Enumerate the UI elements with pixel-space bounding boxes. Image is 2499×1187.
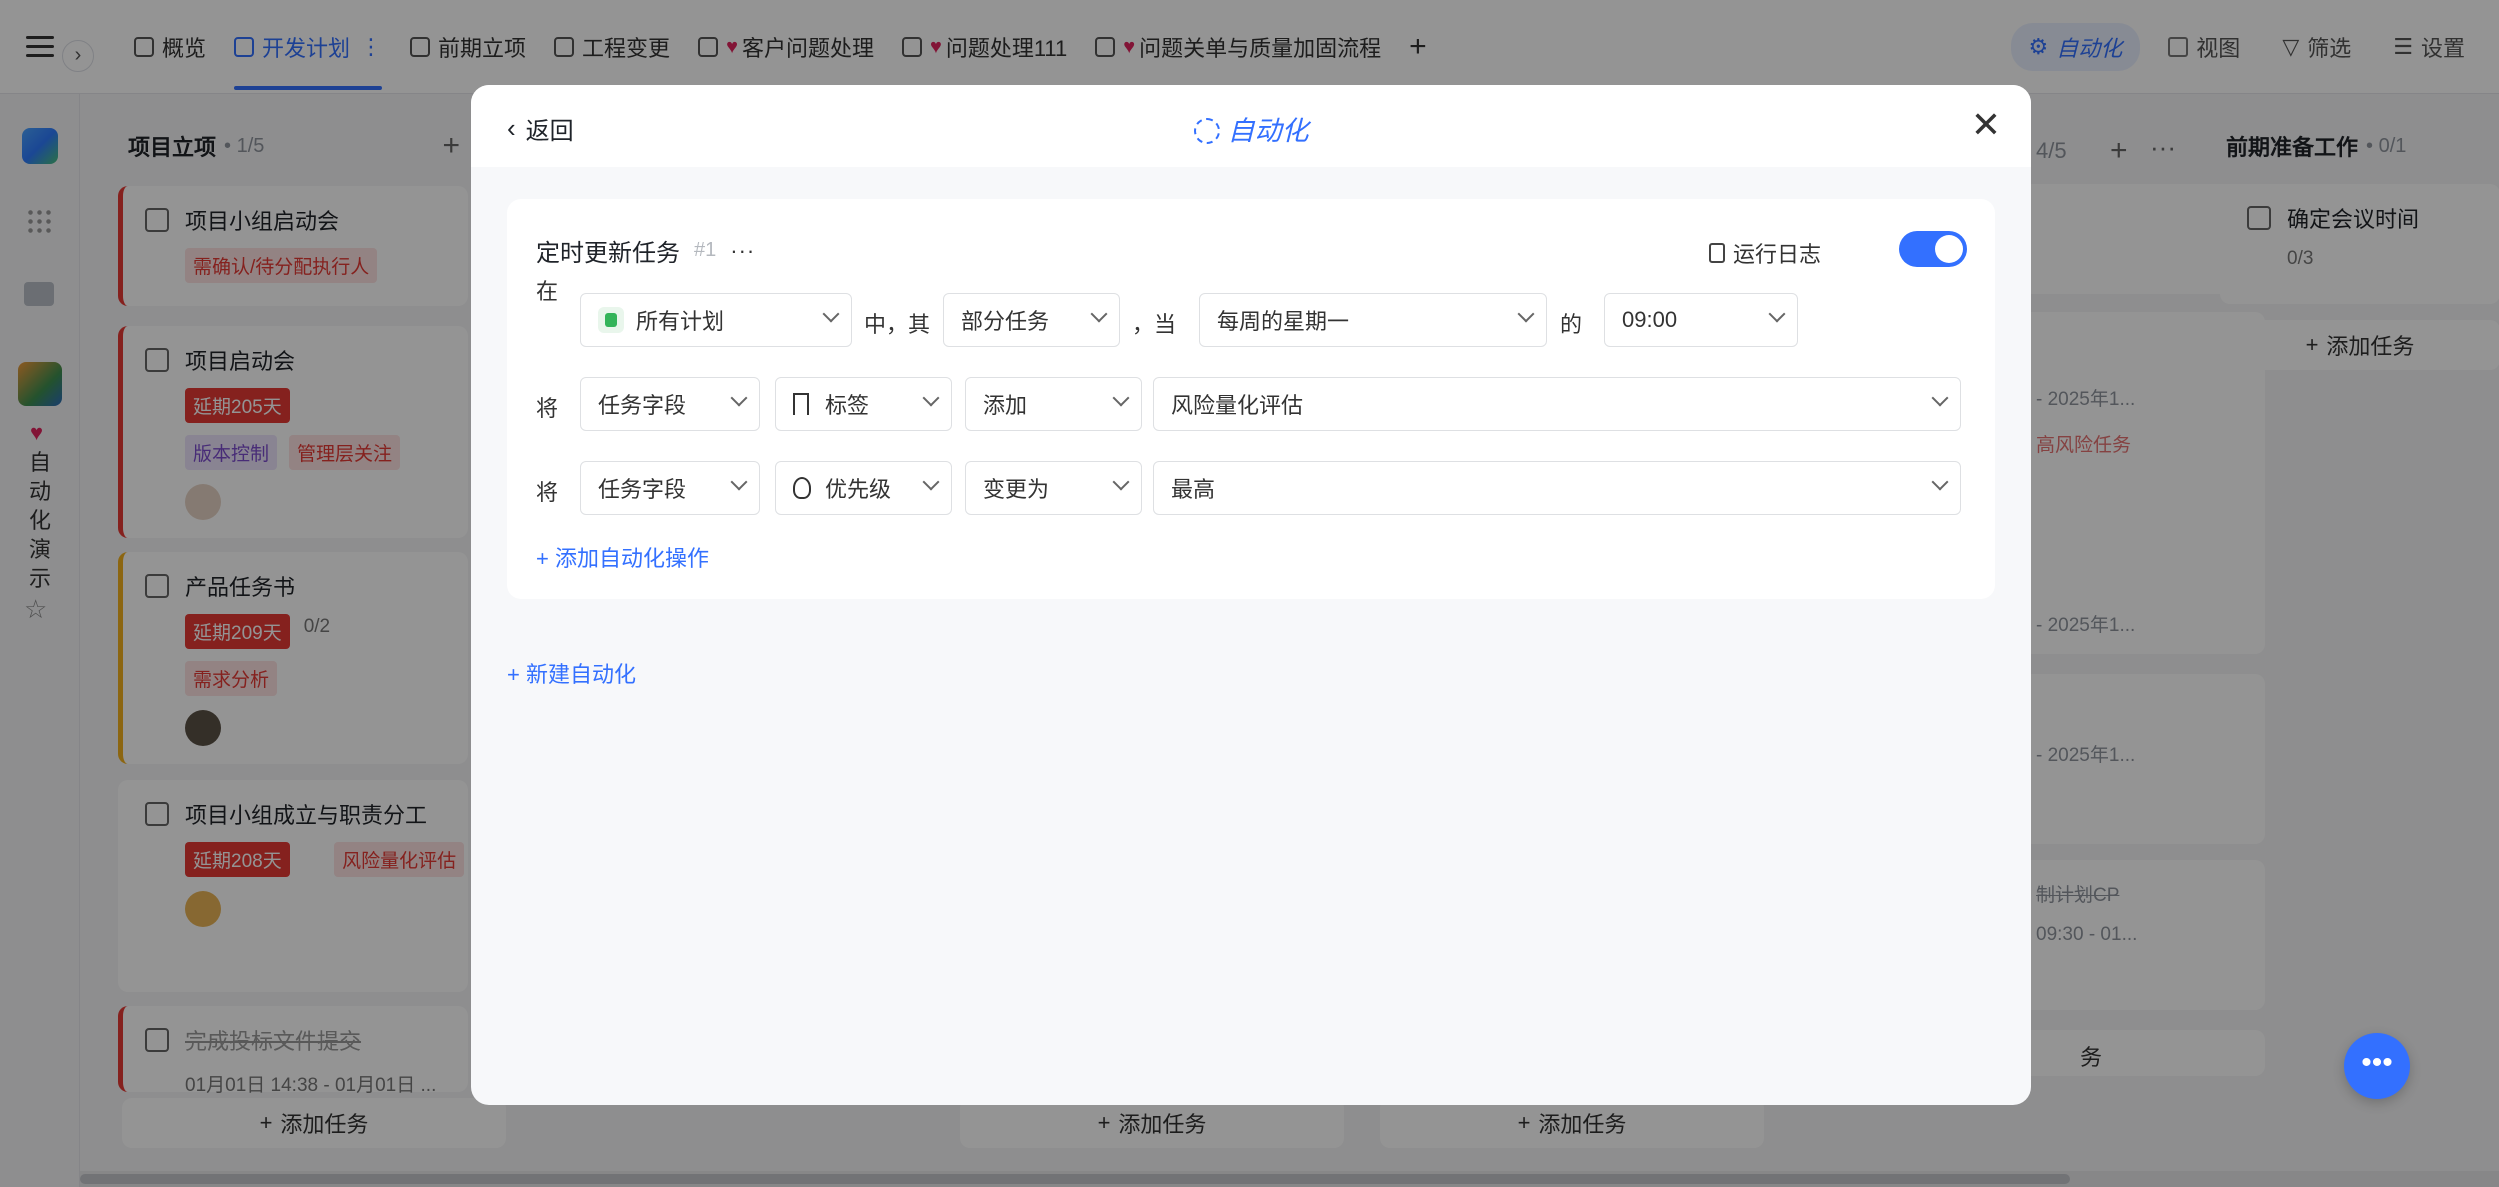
chevron-down-icon	[730, 473, 748, 491]
add-action-button[interactable]: + 添加自动化操作	[536, 541, 709, 573]
schedule-select[interactable]: 每周的星期一	[1199, 293, 1547, 347]
scope-select[interactable]: 部分任务	[943, 293, 1120, 347]
time-select[interactable]: 09:00	[1604, 293, 1798, 347]
field-select[interactable]: 优先级	[775, 461, 952, 515]
value-select[interactable]: 风险量化评估	[1153, 377, 1961, 431]
lightbulb-icon	[793, 477, 811, 499]
chevron-down-icon	[1768, 305, 1786, 323]
field-select[interactable]: 标签	[775, 377, 952, 431]
chevron-down-icon	[1931, 389, 1949, 407]
operation-select[interactable]: 添加	[965, 377, 1142, 431]
rule-number: #1	[694, 239, 717, 261]
chat-fab-button[interactable]: •••	[2344, 1033, 2410, 1099]
close-icon[interactable]: ✕	[1971, 103, 2001, 147]
chevron-down-icon	[730, 389, 748, 407]
plus-icon: +	[507, 662, 526, 687]
automation-icon	[1193, 118, 1220, 144]
chevron-down-icon	[1517, 305, 1535, 323]
plus-icon: +	[536, 546, 555, 571]
value-select[interactable]: 最高	[1153, 461, 1961, 515]
chevron-down-icon	[1112, 473, 1130, 491]
chevron-down-icon	[1112, 389, 1130, 407]
chevron-down-icon	[1931, 473, 1949, 491]
automation-modal: ‹ 返回 自动化 ✕ 定时更新任务 #1 ··· 运行日志 在 所有计划 中，其 …	[471, 85, 2031, 1105]
automation-rule-card: 定时更新任务 #1 ··· 运行日志 在 所有计划 中，其 部分任务 ，当 每周…	[507, 199, 1995, 599]
bookmark-icon	[793, 393, 809, 415]
chevron-down-icon	[922, 473, 940, 491]
new-automation-button[interactable]: + 新建自动化	[507, 657, 636, 689]
plan-select[interactable]: 所有计划	[580, 293, 852, 347]
more-icon[interactable]: ···	[730, 238, 755, 264]
modal-title: 自动化	[471, 109, 2031, 148]
plan-icon	[598, 307, 624, 333]
modal-header: ‹ 返回 自动化 ✕	[471, 85, 2031, 167]
chevron-down-icon	[922, 389, 940, 407]
chevron-down-icon	[1090, 305, 1108, 323]
clipboard-icon	[1708, 243, 1725, 263]
operation-select[interactable]: 变更为	[965, 461, 1142, 515]
chevron-down-icon	[822, 305, 840, 323]
rule-enabled-toggle[interactable]	[1899, 231, 1967, 267]
field-type-select[interactable]: 任务字段	[580, 377, 760, 431]
field-type-select[interactable]: 任务字段	[580, 461, 760, 515]
